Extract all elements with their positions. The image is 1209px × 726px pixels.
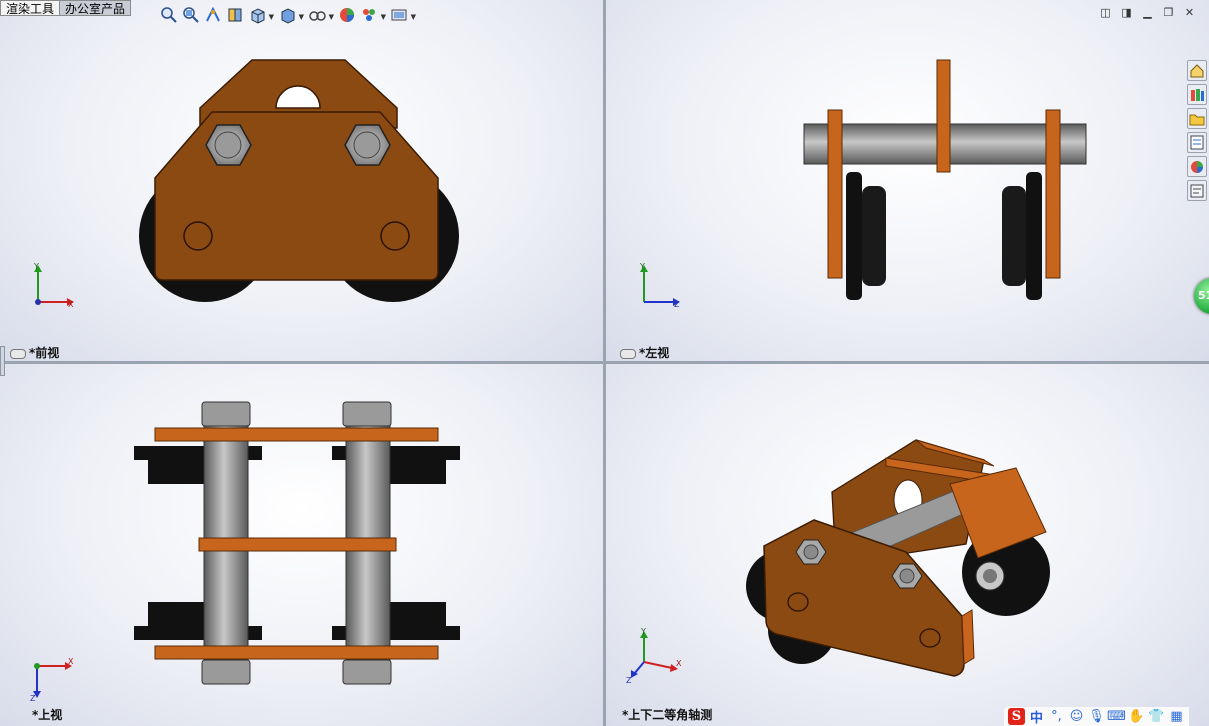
rod-left [203,421,249,685]
svg-text:Z: Z [626,676,632,684]
ime-language[interactable]: 中 [1028,708,1045,726]
user-icon[interactable]: 👕 [1148,708,1165,725]
collapse-handle[interactable] [0,346,5,376]
appearances-icon[interactable] [1187,156,1207,177]
zoom-to-fit-icon[interactable] [160,6,178,24]
view-palette-icon[interactable] [1187,132,1207,153]
front-plate [154,111,439,281]
viewport-label-iso: *上下二等角轴测 [622,708,713,722]
side-plate-right [1045,109,1061,279]
restore-icon[interactable]: ❐ [1161,6,1176,19]
wheel-right-side [1002,172,1042,300]
link-views-icon[interactable] [10,348,26,359]
svg-text:Y: Y [640,628,646,636]
emoji-icon[interactable]: ☺ [1068,708,1085,725]
close-icon[interactable]: ✕ [1182,6,1197,19]
rod-right [345,421,391,685]
keyboard-icon[interactable]: ⌨ [1107,708,1126,725]
display-style-icon[interactable]: ▼ [278,6,304,24]
link-views-icon[interactable] [620,348,636,359]
svg-text:X: X [68,300,74,309]
ime-logo[interactable]: S [1008,708,1025,725]
document-window-controls: ◫ ◨ ▁ ❐ ✕ [1098,6,1197,19]
center-plate [936,59,951,173]
triad-iso: Y X Z [626,628,682,684]
design-library-icon[interactable] [1187,84,1207,105]
file-explorer-icon[interactable] [1187,108,1207,129]
svg-text:Z: Z [674,300,680,309]
skin-icon[interactable]: ✋ [1128,708,1145,725]
view-settings-icon[interactable]: ▼ [390,6,416,24]
viewport-label-front: *前视 [10,344,59,361]
viewport-iso[interactable]: Y X Z *上下二等角轴测 [606,364,1209,726]
bar-upper [154,427,439,442]
heads-up-view-toolbar: ▼ ▼ ▼ ▼ ▼ [160,5,416,25]
home-icon[interactable] [1187,60,1207,81]
triad-front: Y X [33,262,74,309]
svg-text:X: X [676,659,682,668]
task-pane-tabs [1187,60,1209,204]
iso-view-model [746,439,1050,677]
settings-icon[interactable]: ▦ [1168,708,1185,725]
triad-top: X Z [30,658,74,702]
front-plate-edge [961,609,975,665]
microphone-icon[interactable]: 🎙 [1088,708,1105,725]
tab-render-tools[interactable]: 渲染工具 [0,0,61,16]
viewport-front[interactable]: Y X *前视 [0,0,603,361]
minimize-icon[interactable]: ▁ [1140,6,1155,19]
top-view-model [134,401,460,685]
front-view-model [139,59,459,302]
bar-lower [154,645,439,660]
left-view-model [803,59,1087,300]
hide-show-items-icon[interactable]: ▼ [308,6,334,24]
edit-appearance-icon[interactable] [338,6,356,24]
viewport-label-left: *左视 [620,344,669,361]
viewport-left[interactable]: Y Z *左视 [606,0,1209,361]
custom-properties-icon[interactable] [1187,180,1207,201]
apply-scene-icon[interactable]: ▼ [360,6,386,24]
side-plate-left [827,109,843,279]
tab-office-products[interactable]: 办公室产品 [59,0,132,16]
svg-text:Y: Y [639,262,645,271]
previous-view-icon[interactable] [204,6,222,24]
zoom-to-area-icon[interactable] [182,6,200,24]
tile-vertical-icon[interactable]: ◨ [1119,6,1134,19]
triad-left: Y Z [639,262,680,309]
ime-punctuation[interactable]: °, [1048,708,1065,725]
svg-text:X: X [68,658,74,666]
view-orientation-icon[interactable]: ▼ [248,6,274,24]
wheel-left-side [846,172,886,300]
viewport-top[interactable]: X Z *上视 [0,364,603,726]
tile-horizontal-icon[interactable]: ◫ [1098,6,1113,19]
svg-text:Y: Y [33,262,39,271]
svg-text:Z: Z [30,694,36,702]
section-view-icon[interactable] [226,6,244,24]
viewport-label-top: *上视 [32,708,63,722]
bar-middle [198,537,397,552]
bearing-hub [983,569,997,583]
ime-toolbar: S 中 °, ☺ 🎙 ⌨ ✋ 👕 ▦ [1004,707,1189,726]
